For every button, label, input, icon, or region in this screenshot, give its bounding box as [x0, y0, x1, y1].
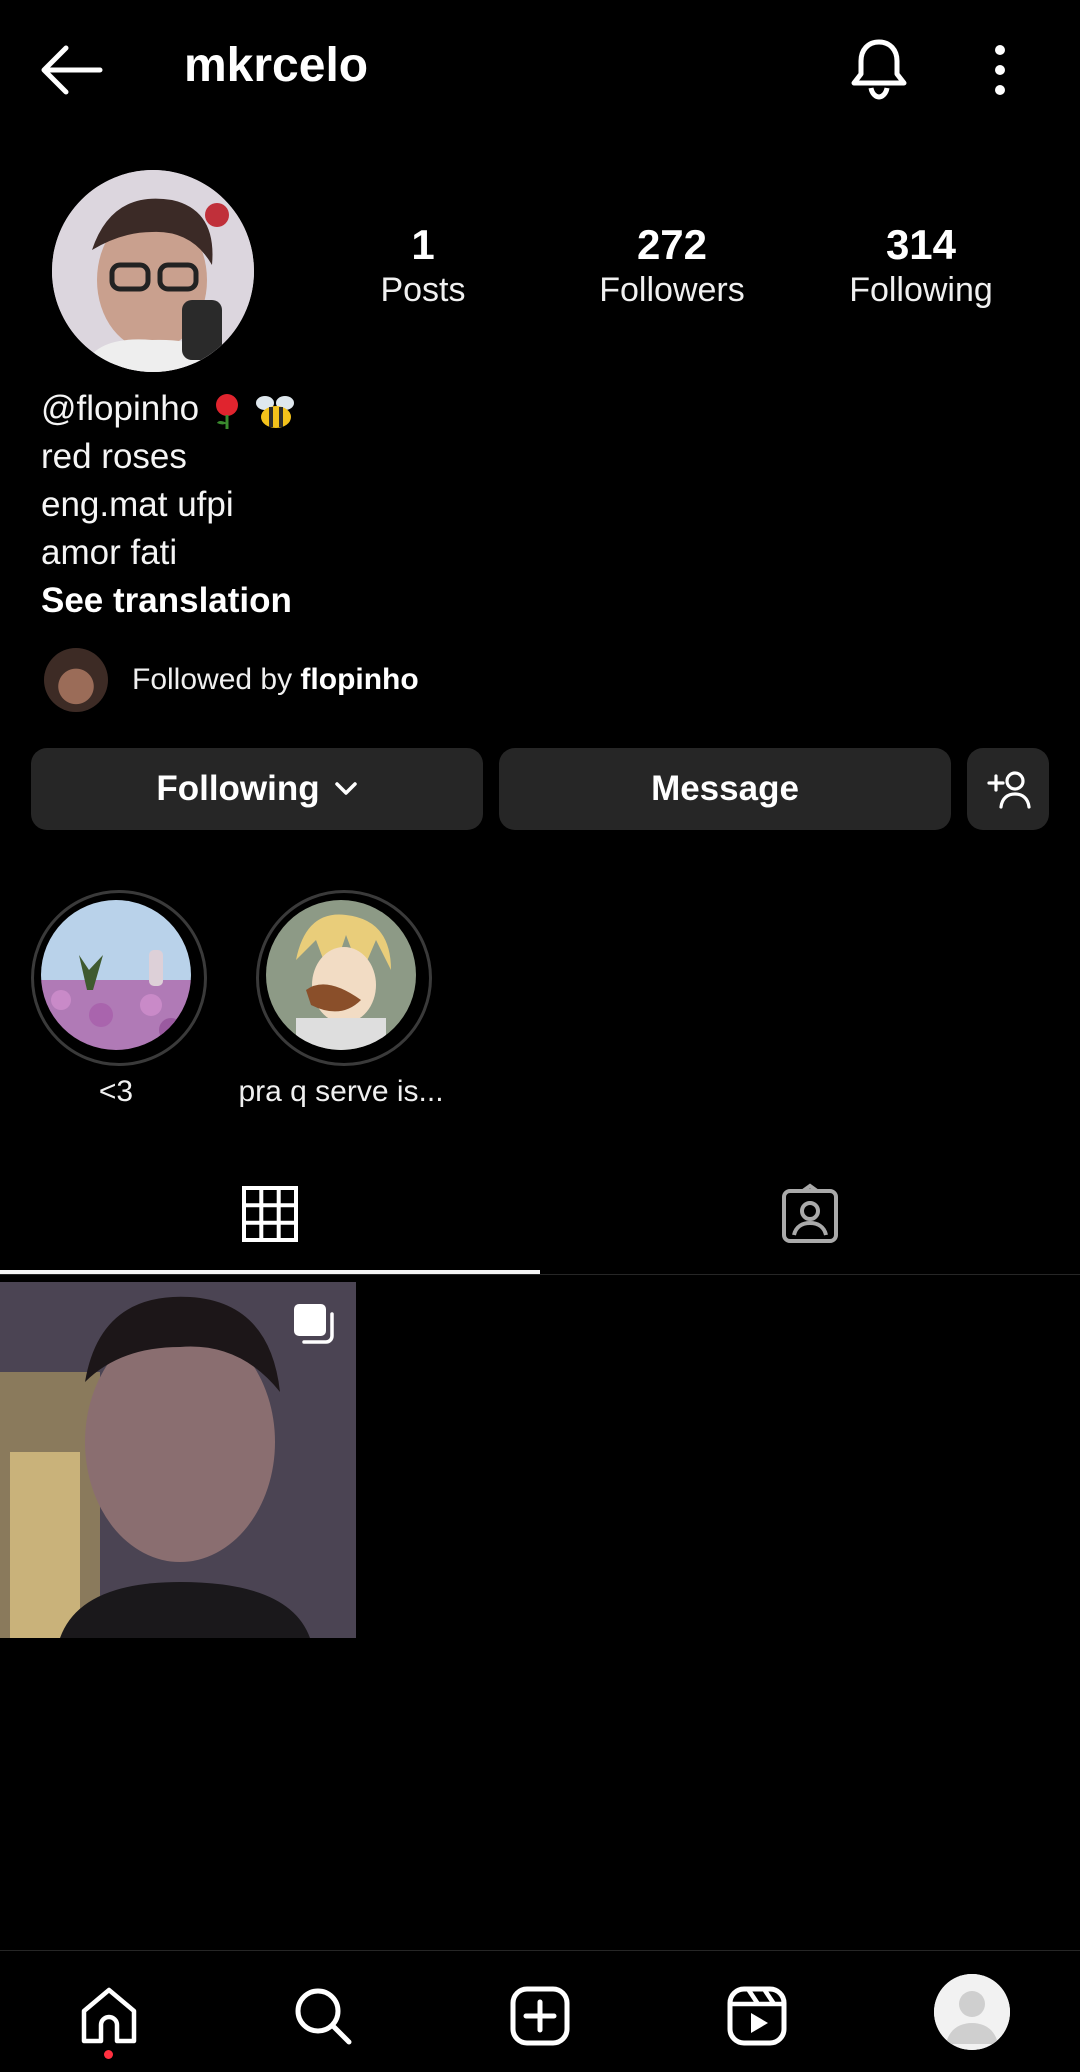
followers-stat[interactable]: 272 Followers	[562, 221, 782, 312]
followers-label: Followers	[599, 271, 745, 310]
suggest-people-button[interactable]	[967, 748, 1049, 830]
highlight-cover	[41, 900, 191, 1050]
bio-line: eng.mat ufpi	[41, 485, 234, 524]
search-icon[interactable]	[292, 1985, 354, 2047]
add-person-icon	[985, 769, 1031, 809]
posts-stat[interactable]: 1 Posts	[313, 221, 533, 312]
posts-label: Posts	[380, 271, 466, 310]
highlight-item[interactable]: pra q serve is...	[238, 890, 444, 1108]
profile-username: mkrcelo	[184, 39, 369, 92]
more-options-icon[interactable]	[980, 44, 1020, 96]
notification-dot	[104, 2050, 113, 2059]
reels-icon[interactable]	[726, 1985, 788, 2047]
bee-emoji-icon	[255, 391, 297, 431]
rose-emoji-icon	[209, 391, 245, 431]
followed-by-prefix: Followed by	[132, 663, 301, 696]
chevron-down-icon	[334, 781, 358, 797]
following-label: Following	[849, 271, 993, 310]
message-button[interactable]: Message	[499, 748, 951, 830]
following-button[interactable]: Following	[31, 748, 483, 830]
message-button-label: Message	[651, 769, 799, 808]
carousel-icon	[292, 1302, 338, 1348]
followed-by-name: flopinho	[300, 663, 419, 696]
bio-line: amor fati	[41, 533, 178, 572]
profile-nav-avatar[interactable]	[934, 1974, 1010, 2050]
create-post-icon[interactable]	[509, 1985, 571, 2047]
see-translation-link[interactable]: See translation	[41, 577, 297, 625]
profile-bio: @flopinho red roses eng.mat ufpi amor fa…	[41, 385, 297, 625]
following-button-label: Following	[156, 769, 320, 808]
following-count: 314	[885, 221, 957, 268]
highlight-label: pra q serve is...	[238, 1075, 444, 1108]
followed-by-text[interactable]: Followed by flopinho	[132, 663, 419, 697]
tab-divider	[0, 1274, 1080, 1275]
grid-icon[interactable]	[239, 1183, 301, 1245]
nav-divider	[0, 1950, 1080, 1951]
back-arrow-icon[interactable]	[38, 42, 104, 98]
highlight-cover	[266, 900, 416, 1050]
highlight-item[interactable]: <3	[31, 890, 207, 1108]
followers-count: 272	[636, 221, 708, 268]
home-icon[interactable]	[78, 1985, 140, 2047]
following-stat[interactable]: 314 Following	[811, 221, 1031, 312]
bio-mention[interactable]: @flopinho	[41, 389, 199, 428]
profile-avatar[interactable]	[52, 170, 254, 372]
follower-avatar[interactable]	[44, 648, 108, 712]
highlight-label: <3	[98, 1075, 134, 1108]
bio-line: red roses	[41, 437, 187, 476]
tagged-icon[interactable]	[779, 1183, 841, 1245]
notification-bell-icon[interactable]	[848, 36, 910, 100]
posts-count: 1	[411, 221, 435, 268]
